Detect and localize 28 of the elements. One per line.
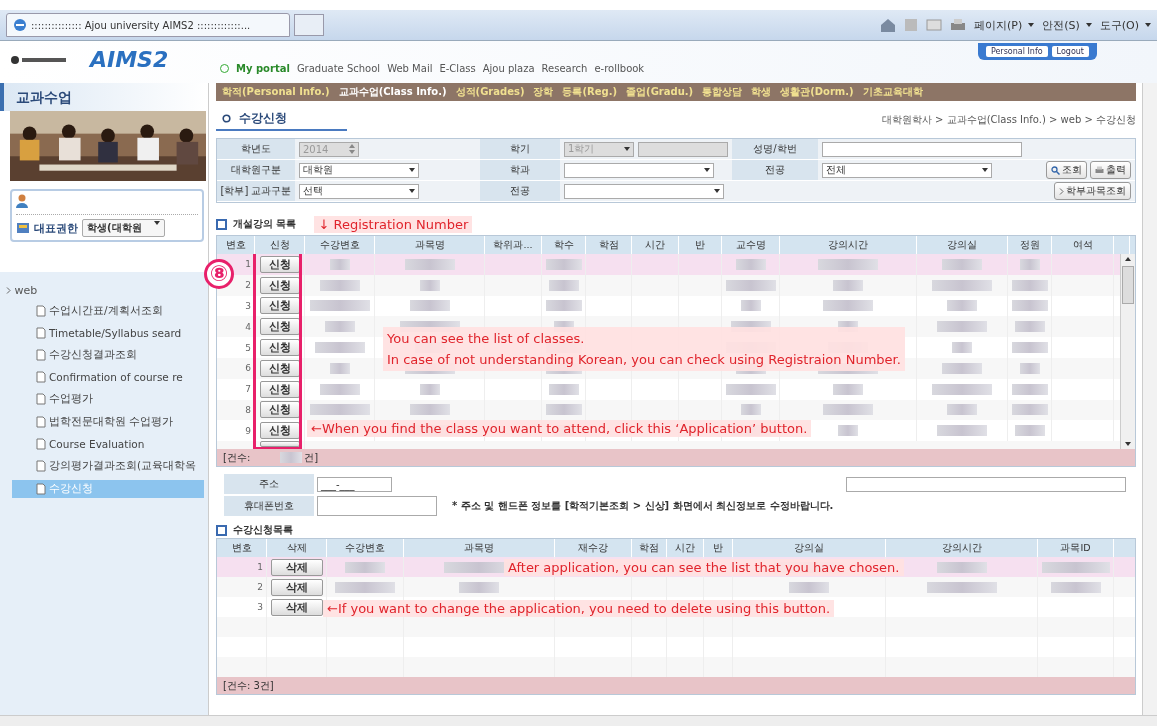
notice-text: * 주소 및 핸드폰 정보를 [학적기본조회 > 신상] 화면에서 최신정보로 수정바랍니다. (452, 499, 834, 513)
field-label: 학년도 (217, 139, 295, 160)
section-title: 수강신청목록 (233, 523, 293, 537)
field-label: 전공 (480, 181, 560, 202)
field-label: 학과 (480, 160, 560, 181)
section-title: 개설강의 목록 (233, 217, 297, 231)
annotation-tooltip: After application, you can see the list that you have chosen. (504, 559, 904, 576)
field-label: 학기 (480, 139, 560, 160)
field-label: 전공 (732, 160, 818, 181)
row-number: 6 (217, 358, 255, 379)
count-label: 건] (304, 450, 319, 465)
count-label: [건수: (223, 450, 251, 465)
annotation-tooltip: ←When you find the class you want to attend, click this ‘Application’ button. (307, 420, 812, 437)
field-label: 휴대폰번호 (224, 496, 314, 516)
row-number: 5 (217, 337, 255, 358)
field-label: 대학원구분 (217, 160, 295, 181)
annotation-tooltip: You can see the list of classes. In case of not understanding Korean, you can check using Registraion Number. (383, 327, 905, 371)
row-number: 7 (217, 378, 255, 400)
annotation-label: ↓ Registration Number (314, 215, 473, 233)
aims-logo: AIMS2 (90, 47, 169, 72)
annotation-tooltip: ←If you want to change the application, you need to delete using this button. (323, 600, 835, 617)
breadcrumb: 대학원학사 > 교과수업(Class Info.) > web > 수강신청 (881, 113, 1136, 127)
field-label: 성명/학번 (732, 139, 818, 160)
field-label: [학부] 교과구분 (217, 181, 295, 202)
page-title: 수강신청 (239, 110, 287, 127)
count-label: [건수: 3건] (223, 678, 274, 693)
field-label: 주소 (224, 474, 314, 494)
role-label: 대표권한 (34, 220, 78, 236)
